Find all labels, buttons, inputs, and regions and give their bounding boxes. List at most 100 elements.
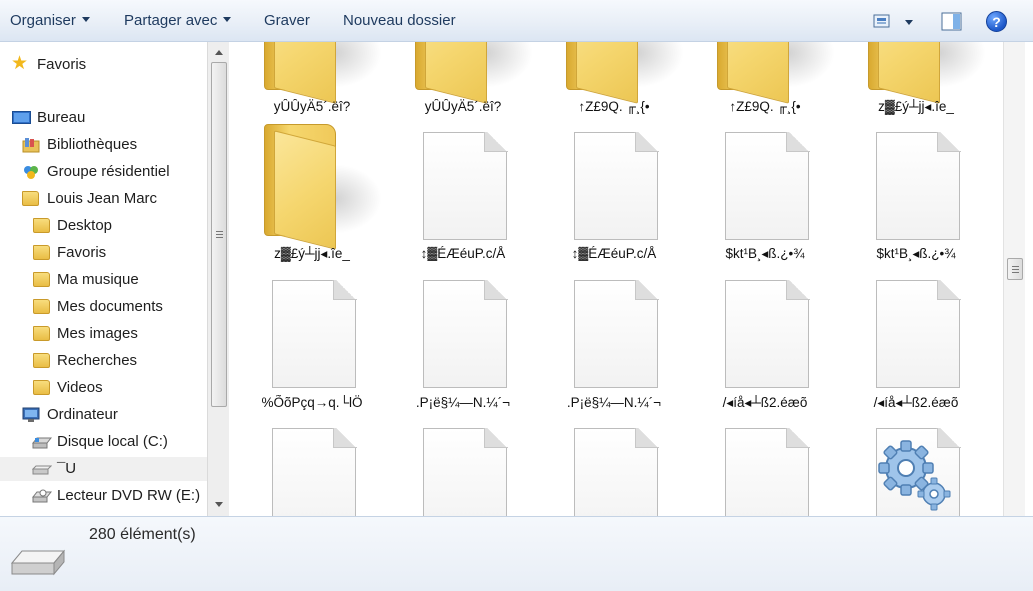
nav-item-label: Ordinateur	[47, 406, 118, 423]
file-item[interactable]: yÛÛyÄ5´.ëî?	[393, 42, 533, 128]
folder-icon	[33, 353, 50, 368]
new-folder-button[interactable]: Nouveau dossier	[343, 12, 456, 29]
nav-item-label: Lecteur DVD RW (E:)	[57, 487, 201, 504]
folder-icon	[33, 326, 50, 341]
preview-pane-icon	[941, 12, 962, 31]
nav-item-favorites[interactable]: ★ Favoris	[0, 53, 207, 77]
nav-item-libraries[interactable]: Bibliothèques	[0, 133, 207, 157]
file-list: yÛÛyÄ5´.ëî? yÛÛyÄ5´.ëî? ↑Z£9Q. ╓¸{• ↑Z£9…	[230, 42, 1003, 516]
file-item[interactable]: .P¡ë§¼—N.¼´¬	[544, 272, 684, 422]
file-item[interactable]: ↕▓ÉÆéuP.c/Å	[393, 124, 533, 274]
folder-icon	[566, 42, 684, 104]
file-name: .P¡ë§¼—N.¼´¬	[415, 395, 511, 410]
organize-label: Organiser	[10, 12, 76, 29]
gears-icon	[876, 428, 960, 516]
file-item[interactable]: /◂íå◂┴ß2.éæõ	[846, 272, 986, 422]
file-item[interactable]: $kt¹B¸◂ß.¿•¾	[695, 124, 835, 274]
burn-label: Graver	[264, 12, 310, 29]
nav-item-label: Recherches	[57, 352, 138, 369]
folder-icon	[33, 380, 50, 395]
nav-item-label: Videos	[57, 379, 103, 396]
scrollbar-thumb[interactable]	[211, 62, 227, 407]
file-item[interactable]: z▓£ý┴jj◂.îe_	[242, 124, 382, 274]
libraries-icon	[22, 137, 40, 153]
nav-item-label: Bibliothèques	[47, 136, 138, 153]
window-edge	[1025, 42, 1033, 516]
scroll-up-icon[interactable]	[215, 50, 223, 55]
chevron-down-icon	[223, 17, 232, 22]
file-item[interactable]: ↕▓ÉÆéuP.c/Å	[544, 124, 684, 274]
file-name: ↑Z£9Q. ╓¸{•	[729, 99, 801, 114]
file-name: %ÕõPçq→q.└lÖ	[261, 395, 363, 410]
file-list-scrollbar[interactable]	[1003, 42, 1025, 516]
folder-icon	[717, 42, 835, 104]
file-item[interactable]: /◂íå◂┴ß2.éæõ	[695, 272, 835, 422]
nav-item-removable-drive[interactable]: ¯U	[0, 457, 207, 481]
share-with-button[interactable]: Partager avec	[124, 12, 232, 29]
folder-icon	[33, 299, 50, 314]
file-item[interactable]	[695, 420, 835, 516]
navigation-scrollbar[interactable]	[207, 42, 229, 516]
nav-item-searches[interactable]: Recherches	[0, 349, 207, 373]
file-item[interactable]: %ÕõPçq→q.└lÖ	[242, 272, 382, 422]
help-icon[interactable]: ?	[986, 11, 1007, 32]
homegroup-icon	[22, 164, 39, 179]
navigation-pane: ★ Favoris Bureau Bibliothèques Groupe ré…	[0, 42, 207, 516]
share-label: Partager avec	[124, 12, 218, 29]
removable-drive-icon	[10, 547, 66, 577]
folder-icon	[868, 42, 986, 104]
file-item[interactable]	[544, 420, 684, 516]
nav-item-music[interactable]: Ma musique	[0, 268, 207, 292]
view-options-button[interactable]	[872, 13, 918, 35]
file-item[interactable]: z▓£ý┴jj◂.îe_	[846, 42, 986, 128]
nav-item-favorites-folder[interactable]: Favoris	[0, 241, 207, 265]
file-name: .P¡ë§¼—N.¼´¬	[566, 395, 662, 410]
nav-item-label: Desktop	[57, 217, 113, 234]
nav-item-user-folder[interactable]: Louis Jean Marc	[0, 187, 207, 211]
nav-item-pictures[interactable]: Mes images	[0, 322, 207, 346]
folder-icon	[33, 218, 50, 233]
nav-item-label: Ma musique	[57, 271, 139, 288]
scroll-down-icon[interactable]	[215, 502, 223, 507]
nav-item-homegroup[interactable]: Groupe résidentiel	[0, 160, 207, 184]
item-count: 280 élément(s)	[89, 526, 196, 543]
file-item[interactable]: yÛÛyÄ5´.ëî?	[242, 42, 382, 128]
nav-item-computer[interactable]: Ordinateur	[0, 403, 207, 427]
preview-pane-button[interactable]	[941, 12, 963, 36]
nav-item-videos[interactable]: Videos	[0, 376, 207, 400]
scrollbar-thumb[interactable]	[1007, 258, 1023, 280]
file-name: ↑Z£9Q. ╓¸{•	[578, 99, 650, 114]
organize-button[interactable]: Organiser	[10, 12, 90, 29]
file-item[interactable]: $kt¹B¸◂ß.¿•¾	[846, 124, 986, 274]
file-item[interactable]	[242, 420, 382, 516]
nav-item-local-disk[interactable]: Disque local (C:)	[0, 430, 207, 454]
burn-button[interactable]: Graver	[264, 12, 310, 29]
nav-item-desktop[interactable]: Bureau	[0, 106, 207, 130]
file-name: /◂íå◂┴ß2.éæõ	[722, 395, 808, 410]
nav-item-dvd-drive[interactable]: Lecteur DVD RW (E:)	[0, 484, 207, 508]
folder-icon	[415, 42, 533, 104]
file-name: $kt¹B¸◂ß.¿•¾	[876, 246, 956, 261]
folder-icon	[264, 124, 382, 250]
user-folder-icon	[22, 191, 39, 206]
file-name: $kt¹B¸◂ß.¿•¾	[725, 246, 805, 261]
dvd-drive-icon	[31, 488, 53, 503]
nav-item-label: Louis Jean Marc	[47, 190, 158, 207]
file-item[interactable]: .P¡ë§¼—N.¼´¬	[393, 272, 533, 422]
nav-item-label: Mes documents	[57, 298, 163, 315]
file-item[interactable]	[846, 420, 986, 516]
chevron-down-icon	[81, 17, 90, 22]
nav-item-documents[interactable]: Mes documents	[0, 295, 207, 319]
nav-item-label: Favoris	[57, 244, 107, 261]
desktop-icon	[12, 110, 31, 125]
file-name: ↕▓ÉÆéuP.c/Å	[420, 246, 506, 261]
file-item[interactable]: ↑Z£9Q. ╓¸{•	[544, 42, 684, 128]
folder-icon	[264, 42, 382, 104]
details-pane: 280 élément(s)	[0, 516, 1033, 591]
new-folder-label: Nouveau dossier	[343, 12, 456, 29]
nav-item-label: Favoris	[37, 56, 87, 73]
nav-item-desktop-folder[interactable]: Desktop	[0, 214, 207, 238]
file-item[interactable]	[393, 420, 533, 516]
file-name: yÛÛyÄ5´.ëî?	[273, 99, 351, 114]
file-item[interactable]: ↑Z£9Q. ╓¸{•	[695, 42, 835, 128]
